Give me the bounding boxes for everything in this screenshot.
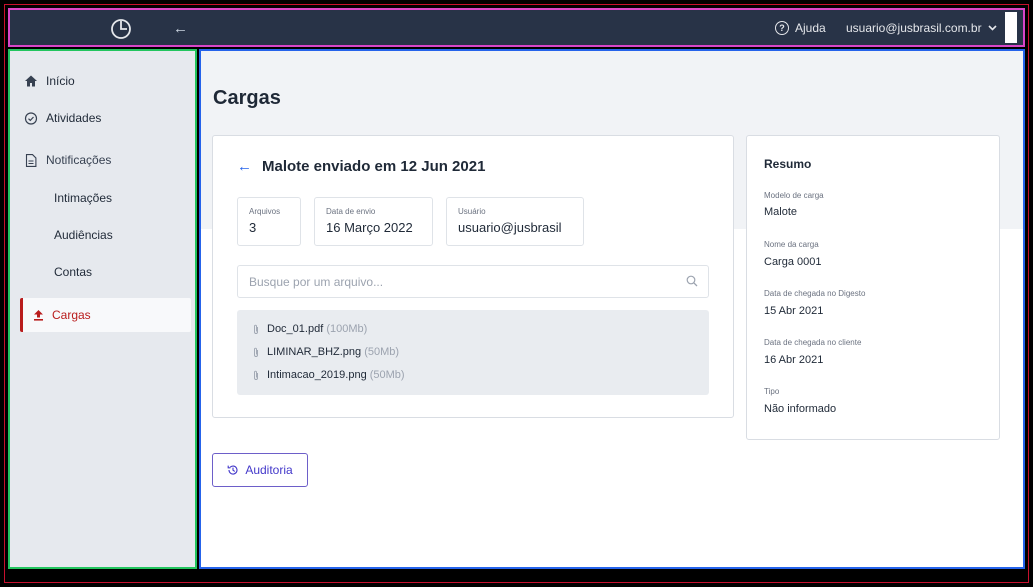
back-arrow-icon[interactable]: ← (237, 158, 252, 175)
help-link[interactable]: ? Ajuda (775, 21, 826, 35)
sidebar-item-cargas[interactable]: Cargas (20, 298, 191, 332)
file-size: (100Mb) (326, 323, 368, 335)
top-bar: ← ? Ajuda usuario@jusbrasil.com.br (8, 8, 1025, 47)
user-email: usuario@jusbrasil.com.br (846, 21, 982, 35)
help-circle-icon: ? (775, 21, 789, 35)
sidebar-item-label: Início (46, 74, 75, 88)
summary-value: 15 Abr 2021 (764, 305, 824, 317)
help-label: Ajuda (795, 21, 826, 35)
upload-icon (34, 310, 43, 321)
summary-value: 16 Abr 2021 (764, 354, 824, 366)
info-key: Arquivos (249, 207, 281, 216)
sidebar-item-label: Cargas (52, 308, 91, 322)
info-box-data-envio: Data de envio 16 Março 2022 (314, 197, 433, 246)
file-name: LIMINAR_BHZ.png (267, 346, 362, 358)
file-size: (50Mb) (369, 369, 405, 381)
sidebar-item-cargas-content: Cargas (33, 308, 91, 322)
summary-card: Resumo Modelo de carga Malote Nome da ca… (746, 135, 1000, 440)
list-item[interactable]: Doc_01.pdf (100Mb) (253, 323, 367, 335)
sidebar-item-inicio[interactable]: Início (24, 71, 75, 91)
file-search (237, 265, 709, 298)
summary-key: Data de chegada no Digesto (764, 289, 866, 298)
sidebar-item-label: Intimações (54, 191, 113, 205)
sidebar-item-audiencias[interactable]: Audiências (54, 225, 113, 245)
info-value: 16 Março 2022 (326, 220, 413, 235)
sidebar-item-atividades[interactable]: Atividades (24, 108, 101, 128)
paperclip-icon (254, 347, 258, 357)
chevron-down-icon (987, 25, 997, 31)
list-item[interactable]: Intimacao_2019.png (50Mb) (253, 369, 405, 381)
sidebar-item-label: Contas (54, 265, 93, 279)
sidebar-item-contas[interactable]: Contas (54, 262, 92, 282)
summary-title: Resumo (764, 157, 812, 171)
info-key: Usuário (458, 207, 486, 216)
summary-key: Data de chegada no cliente (764, 338, 862, 347)
info-key: Data de envio (326, 207, 376, 216)
info-value: usuario@jusbrasil (458, 220, 562, 235)
topbar-edge (1005, 12, 1017, 43)
main-content: Cargas ← Malote enviado em 12 Jun 2021 A… (199, 49, 1025, 569)
document-icon (25, 153, 37, 167)
user-menu[interactable]: usuario@jusbrasil.com.br (846, 21, 997, 35)
file-name: Intimacao_2019.png (267, 369, 367, 381)
sidebar: Início Atividades Notificações Intimaçõe… (8, 49, 197, 569)
info-box-arquivos: Arquivos 3 (237, 197, 301, 246)
summary-value: Carga 0001 (764, 256, 822, 268)
card-title: Malote enviado em 12 Jun 2021 (262, 158, 486, 175)
sidebar-item-intimacoes[interactable]: Intimações (54, 188, 112, 208)
summary-key: Nome da carga (764, 240, 819, 249)
check-circle-icon (24, 111, 38, 125)
sidebar-item-notificacoes[interactable]: Notificações (24, 150, 111, 170)
summary-value: Malote (764, 206, 798, 218)
page-title: Cargas (213, 87, 281, 109)
upload-detail-card: ← Malote enviado em 12 Jun 2021 Arquivos… (212, 135, 734, 418)
sidebar-item-label: Atividades (46, 111, 102, 125)
search-icon[interactable] (686, 275, 698, 287)
summary-value: Não informado (764, 403, 837, 415)
summary-key: Modelo de carga (764, 191, 824, 200)
app-logo-icon[interactable] (110, 18, 132, 40)
file-name: Doc_01.pdf (267, 323, 324, 335)
info-box-usuario: Usuário usuario@jusbrasil (446, 197, 584, 246)
search-input[interactable] (238, 266, 678, 297)
collapse-sidebar-icon[interactable]: ← (173, 20, 188, 37)
home-icon (25, 75, 37, 87)
audit-button[interactable]: Auditoria (212, 453, 308, 487)
file-list: Doc_01.pdf (100Mb) LIMINAR_BHZ.png (50Mb… (237, 310, 709, 395)
paperclip-icon (254, 324, 258, 334)
card-header: ← Malote enviado em 12 Jun 2021 (237, 158, 485, 175)
sidebar-item-label: Notificações (46, 153, 112, 167)
sidebar-item-label: Audiências (54, 228, 113, 242)
list-item[interactable]: LIMINAR_BHZ.png (50Mb) (253, 346, 399, 358)
audit-button-label: Auditoria (245, 463, 293, 477)
info-value: 3 (249, 220, 257, 235)
history-icon (227, 465, 238, 475)
summary-key: Tipo (764, 387, 780, 396)
paperclip-icon (254, 370, 258, 380)
file-size: (50Mb) (364, 346, 400, 358)
